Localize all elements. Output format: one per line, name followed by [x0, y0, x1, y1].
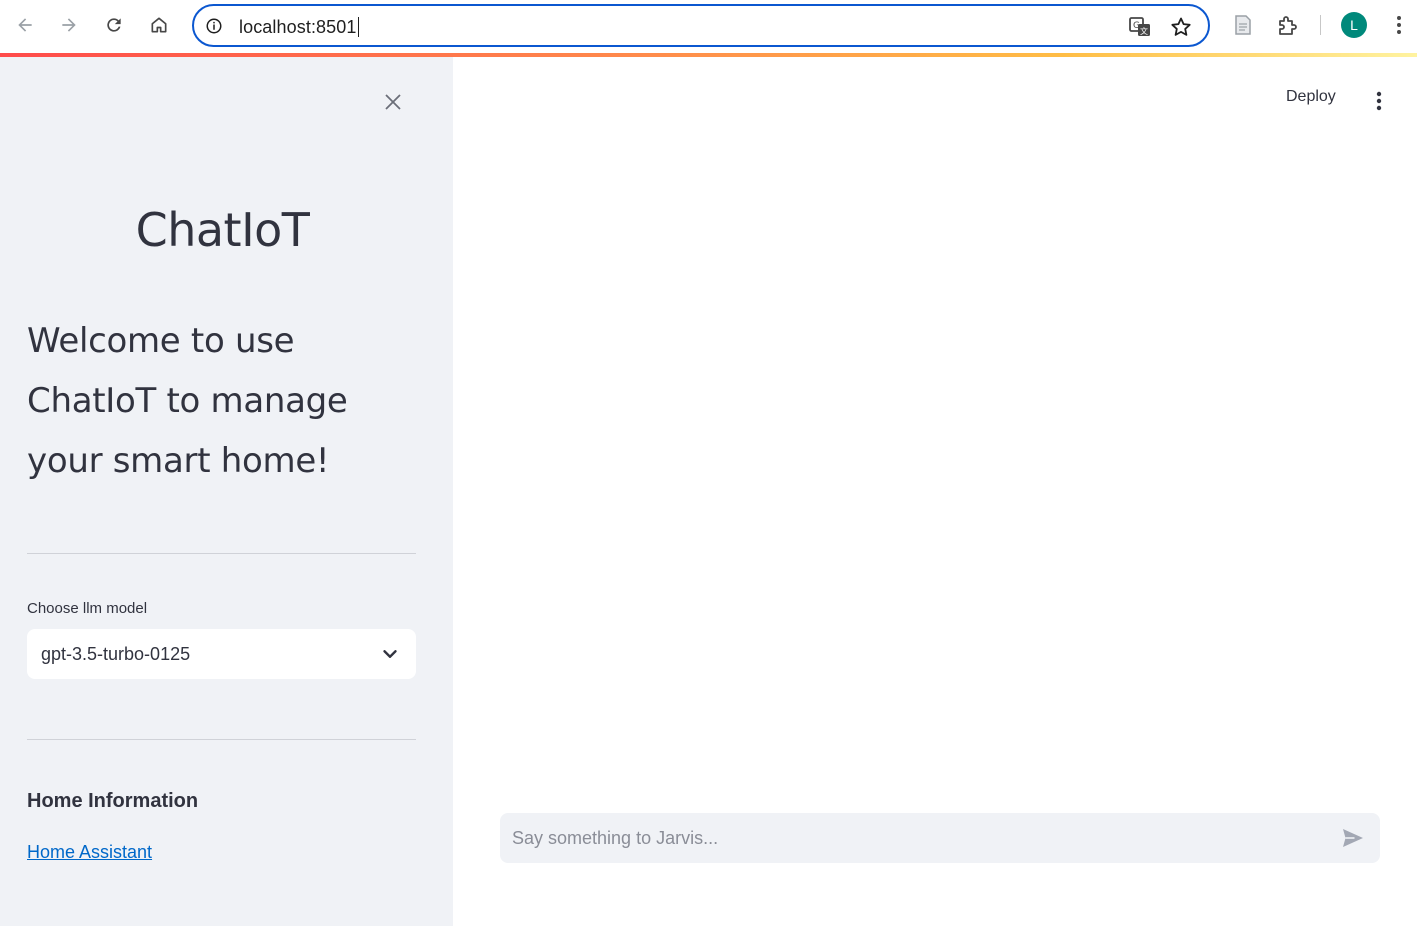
divider: [27, 739, 416, 740]
model-select[interactable]: gpt-3.5-turbo-0125: [27, 629, 416, 679]
model-select-label: Choose llm model: [27, 600, 148, 617]
more-vert-icon[interactable]: [1389, 13, 1409, 37]
model-select-value: gpt-3.5-turbo-0125: [41, 644, 191, 664]
address-bar[interactable]: localhost:8501 G 文: [192, 4, 1210, 47]
divider: [27, 553, 416, 554]
avatar-initial: L: [1350, 17, 1358, 33]
reload-button[interactable]: [98, 9, 130, 41]
deploy-button[interactable]: Deploy: [1286, 88, 1336, 106]
chat-input-placeholder: Say something to Jarvis...: [512, 828, 719, 848]
sidebar-close-button[interactable]: [381, 90, 405, 114]
welcome-message: Welcome to use ChatIoT to manage your sm…: [27, 321, 348, 481]
home-information-heading: Home Information: [27, 790, 199, 812]
home-button[interactable]: [143, 9, 175, 41]
reading-list-icon[interactable]: [1231, 13, 1255, 37]
back-arrow-icon: [18, 18, 32, 32]
home-assistant-link[interactable]: Home Assistant: [27, 842, 152, 863]
profile-avatar[interactable]: L: [1341, 12, 1367, 38]
browser-toolbar: localhost:8501 G 文 L: [0, 0, 1417, 53]
reload-icon: [107, 18, 121, 32]
main-content: Deploy Say something to Jarvis...: [453, 57, 1417, 926]
info-icon[interactable]: [204, 16, 224, 36]
url-text[interactable]: localhost:8501: [239, 17, 359, 38]
translate-icon[interactable]: G 文: [1128, 15, 1152, 39]
svg-text:文: 文: [1140, 26, 1148, 36]
extensions-icon[interactable]: [1276, 13, 1300, 37]
forward-arrow-icon: [62, 18, 76, 32]
app-title: ChatIoT: [135, 203, 310, 257]
forward-button[interactable]: [53, 9, 85, 41]
send-icon[interactable]: [1341, 827, 1365, 849]
toolbar-separator: [1320, 15, 1321, 35]
star-icon[interactable]: [1169, 15, 1193, 39]
back-button[interactable]: [9, 9, 41, 41]
close-icon: [385, 94, 401, 110]
sidebar: ChatIoT Welcome to use ChatIoT to manage…: [0, 57, 453, 926]
app-menu-button[interactable]: [1369, 89, 1389, 113]
more-vert-icon: [1376, 91, 1382, 111]
home-icon: [151, 17, 167, 33]
chevron-down-icon[interactable]: [379, 643, 401, 665]
chat-input[interactable]: Say something to Jarvis...: [500, 813, 1380, 863]
